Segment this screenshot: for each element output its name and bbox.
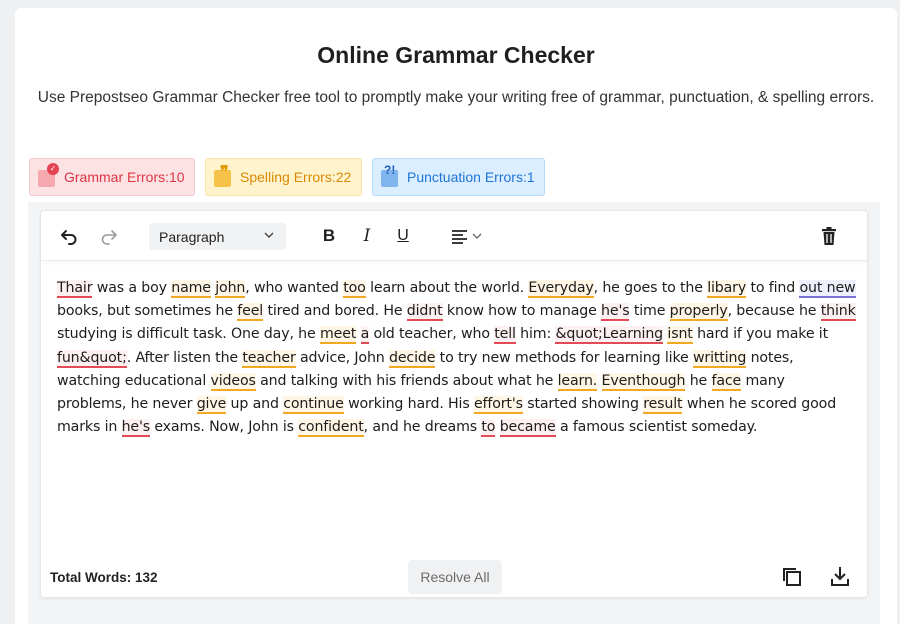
editor-text-run: up and	[226, 396, 284, 413]
spelling-error-highlight[interactable]: give	[196, 396, 226, 415]
grammar-error-highlight[interactable]: &quot;Learning	[555, 326, 663, 345]
redo-icon[interactable]	[97, 224, 121, 248]
spelling-error-highlight[interactable]: decide	[389, 349, 435, 368]
editor-content[interactable]: Thair was a boy name john, who wanted to…	[57, 277, 857, 439]
editor-text-run: hard if you make it	[692, 326, 828, 343]
undo-icon[interactable]	[57, 224, 81, 248]
spelling-error-highlight[interactable]: name	[171, 280, 211, 298]
editor-text-run: started showing	[522, 396, 644, 413]
punctuation-errors-badge[interactable]: ?! Punctuation Errors:1	[372, 158, 545, 196]
grammar-error-highlight[interactable]: fun&quot;	[57, 349, 127, 368]
punctuation-icon: ?!	[381, 163, 401, 187]
spelling-error-highlight[interactable]: teacher	[242, 349, 296, 368]
editor-text-run: time	[629, 303, 670, 320]
editor-text-run: , and he dreams	[363, 419, 482, 436]
editor-text-run	[597, 373, 601, 389]
editor-text-run: books, but sometimes he	[57, 303, 238, 320]
bold-button[interactable]: B	[319, 224, 339, 248]
chevron-down-icon	[262, 228, 276, 245]
page-title: Online Grammar Checker	[317, 42, 595, 68]
grammar-error-highlight[interactable]: didnt	[406, 303, 443, 322]
spelling-error-highlight[interactable]: feel	[237, 303, 263, 322]
editor-text-run: , who wanted	[245, 280, 344, 296]
editor-text-run: learn about the world.	[365, 280, 529, 296]
editor-text-run: advice, John	[295, 349, 389, 366]
editor-text-run: him:	[515, 326, 556, 343]
align-left-icon[interactable]	[449, 224, 489, 248]
spelling-error-highlight[interactable]: learn.	[557, 372, 597, 391]
grammar-check-icon: ✓	[38, 163, 59, 187]
editor-text-run: tired and bored. He	[263, 303, 407, 320]
spelling-error-highlight[interactable]: isnt	[667, 326, 693, 345]
editor-text-run: to try new methods for learning like	[435, 349, 693, 366]
editor-text-run: and talking with his friends about what …	[255, 372, 558, 389]
editor-text-run: working hard. His	[343, 396, 474, 413]
grammar-errors-badge[interactable]: ✓ Grammar Errors:10	[29, 158, 195, 196]
error-summary: ✓ Grammar Errors:10 ❞ Spelling Errors:22…	[29, 158, 545, 196]
spelling-error-highlight[interactable]: confident	[298, 419, 364, 438]
editor-toolbar: Paragraph B I U	[41, 211, 867, 261]
punctuation-errors-label: Punctuation Errors:1	[407, 169, 535, 185]
spelling-error-highlight[interactable]: effort's	[473, 396, 523, 415]
editor-text-run: a famous scientist someday.	[555, 419, 758, 436]
block-format-select[interactable]: Paragraph	[149, 223, 286, 250]
suggestion-highlight[interactable]: out new	[799, 280, 856, 298]
editor-panel: Paragraph B I U Thair was a boy name joh…	[28, 202, 880, 624]
trash-icon[interactable]	[818, 224, 840, 248]
spelling-error-highlight[interactable]: result	[643, 396, 683, 415]
underline-button[interactable]: U	[393, 224, 413, 248]
copy-icon[interactable]	[781, 566, 803, 588]
editor-text-run: exams. Now, John is	[149, 419, 299, 436]
editor-text-run: know how to manage	[442, 303, 602, 320]
grammar-error-highlight[interactable]: he's	[601, 303, 630, 322]
editor-text-run: to find	[746, 280, 800, 296]
grammar-error-highlight[interactable]: think	[820, 303, 856, 322]
editor-text-run: was a boy	[92, 280, 172, 296]
spelling-errors-label: Spelling Errors:22	[240, 169, 352, 185]
grammar-error-highlight[interactable]: Thair	[57, 280, 93, 298]
editor-text-run: studying is difficult task. One day, he	[57, 326, 320, 343]
italic-button[interactable]: I	[357, 224, 377, 248]
spelling-error-highlight[interactable]: Everyday	[528, 280, 594, 298]
spelling-error-highlight[interactable]: properly	[669, 303, 728, 322]
spelling-error-highlight[interactable]: libary	[707, 280, 746, 298]
grammar-error-highlight[interactable]: became	[499, 419, 556, 438]
editor-text-run	[356, 326, 360, 342]
grammar-error-highlight[interactable]: a	[360, 326, 369, 345]
spelling-error-highlight[interactable]: continue	[283, 396, 344, 415]
text-editor: Paragraph B I U Thair was a boy name joh…	[40, 210, 868, 598]
total-words: Total Words: 132	[50, 570, 158, 585]
spelling-errors-badge[interactable]: ❞ Spelling Errors:22	[205, 158, 362, 196]
editor-text-run: old teacher, who	[369, 326, 495, 343]
spelling-error-highlight[interactable]: Eventhough	[601, 372, 686, 391]
page-subtitle: Use Prepostseo Grammar Checker free tool…	[37, 89, 875, 106]
grammar-error-highlight[interactable]: he's	[121, 419, 150, 438]
editor-text-run: After listen the	[131, 349, 243, 366]
editor-text-run: , he goes to the	[593, 280, 708, 296]
editor-text-run: , because he	[727, 303, 821, 320]
block-format-value: Paragraph	[159, 228, 225, 245]
grammar-error-highlight[interactable]: tell	[494, 326, 516, 345]
editor-text-run: he	[685, 372, 712, 389]
resolve-all-button[interactable]: Resolve All	[408, 560, 502, 594]
spelling-error-highlight[interactable]: face	[711, 372, 741, 391]
quote-icon: ❞	[214, 164, 234, 187]
grammar-error-highlight[interactable]: to	[481, 419, 495, 438]
spelling-error-highlight[interactable]: videos	[210, 372, 256, 391]
editor-footer: Total Words: 132 Resolve All	[41, 551, 867, 599]
spelling-error-highlight[interactable]: meet	[319, 326, 356, 345]
spelling-error-highlight[interactable]: writting	[692, 349, 746, 368]
grammar-errors-label: Grammar Errors:10	[64, 169, 185, 185]
spelling-error-highlight[interactable]: too	[343, 280, 366, 298]
spelling-error-highlight[interactable]: john	[215, 280, 245, 298]
download-icon[interactable]	[829, 565, 851, 587]
